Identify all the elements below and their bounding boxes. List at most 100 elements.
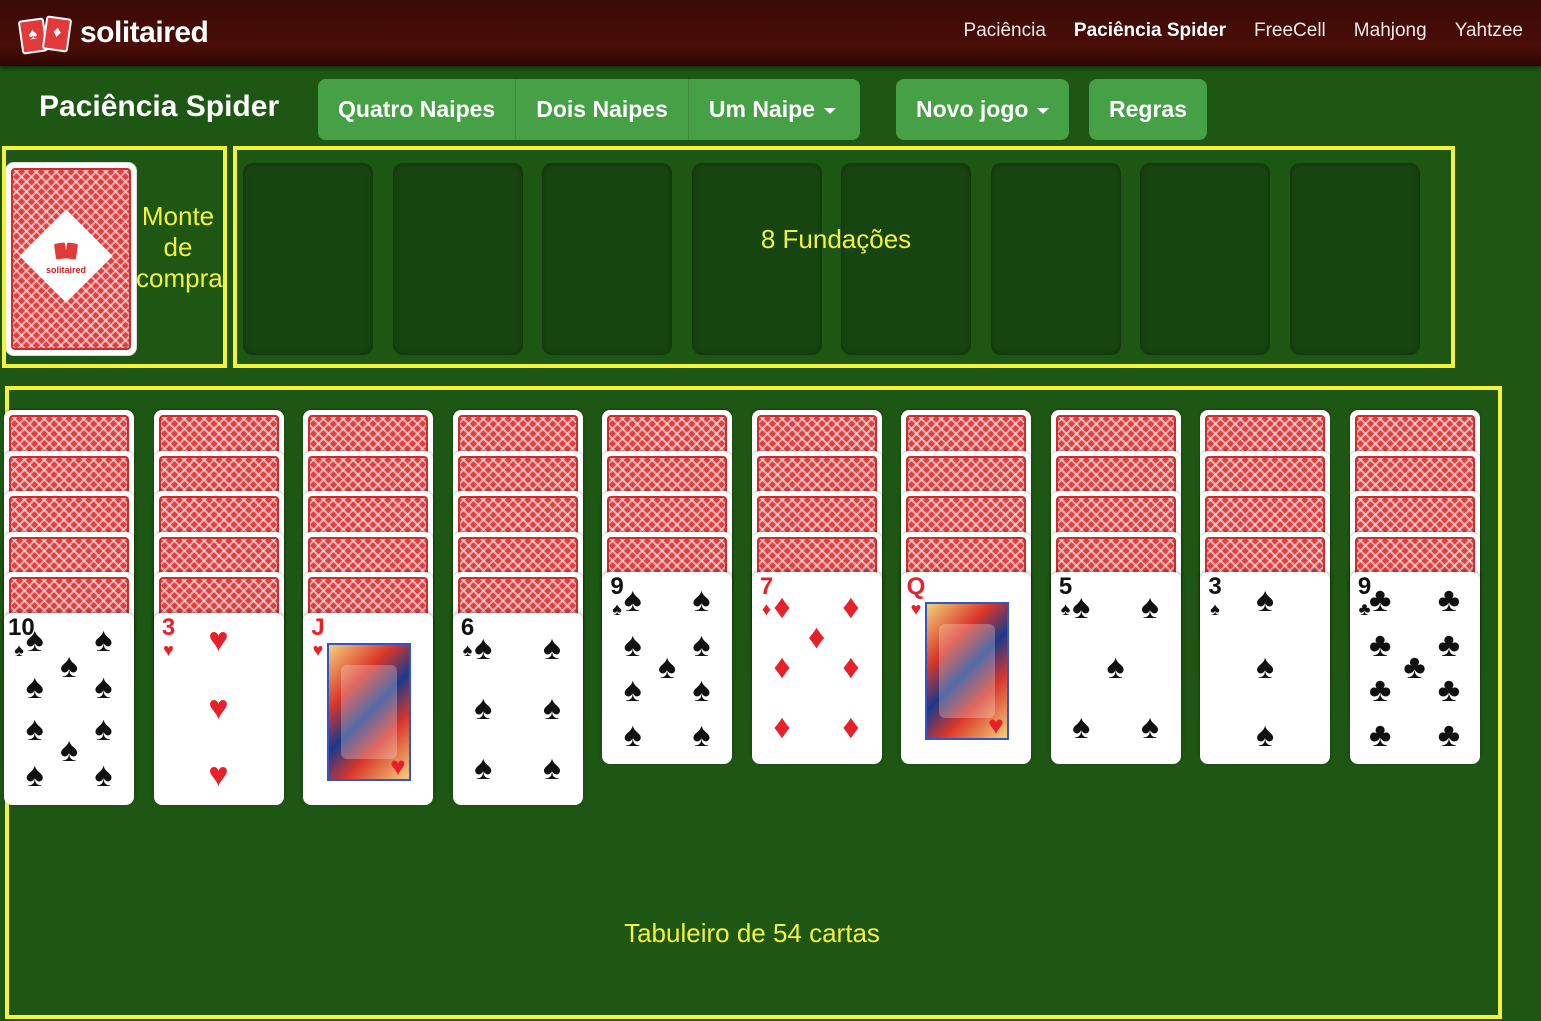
card-rank: 3 <box>161 613 176 641</box>
face-up-card[interactable]: 10 ♠ ♠ ♠ ♠ ♠ ♠ ♠ ♠ ♠ ♠ ♠ <box>4 612 134 805</box>
rules-label: Regras <box>1109 96 1187 122</box>
suit-pip-icon: ♦ <box>842 588 860 626</box>
brand-name: solitaired <box>80 16 209 49</box>
card-pips: ♠ ♠ ♠ ♠ ♠ ♠ ♠ ♠ ♠ ♠ <box>26 623 113 792</box>
deck-logo-icon: solitaired <box>19 209 113 303</box>
cards-logo-icon: ♠ ♦ <box>17 15 74 55</box>
suit-pip-icon: ♠ <box>94 709 113 748</box>
foundation-slot[interactable] <box>841 163 971 355</box>
card-pips: ♠ ♠ ♠ ♠ ♠ ♠ <box>474 631 561 785</box>
suit-pip-icon: ♠ <box>94 621 113 659</box>
foundations-label: 8 Fundações <box>760 224 912 254</box>
face-up-card[interactable]: 3 ♠ ♠ ♠ ♠ <box>1200 572 1330 764</box>
face-up-card[interactable]: 3 ♥ ♥ ♥ ♥ <box>153 612 284 805</box>
four-suits-button[interactable]: Quatro Naipes <box>318 79 517 140</box>
rules-group: Regras <box>1089 79 1207 140</box>
two-suits-button[interactable]: Dois Naipes <box>516 79 689 140</box>
foundation-slot[interactable] <box>1289 163 1420 355</box>
suit-pip-icon: ♠ <box>59 730 79 769</box>
suit-pip-icon: ♠ <box>623 715 642 754</box>
suit-pip-icon: ♠ <box>25 621 44 659</box>
suit-pip-icon: ♣ <box>1368 625 1392 664</box>
suit-pip-icon: ♠ <box>542 688 561 727</box>
foundation-slot[interactable] <box>990 163 1121 355</box>
court-card-portrait-icon: ♥ <box>925 602 1009 740</box>
foundation-slot[interactable] <box>392 163 523 355</box>
face-up-card[interactable]: J ♥ ♥ <box>303 612 433 805</box>
card-pips: ♥ ♥ ♥ <box>176 623 262 792</box>
card-rank: 3 <box>1208 573 1222 600</box>
one-suit-dropdown[interactable]: Um Naipe <box>688 79 860 140</box>
card-suit-icon: ♥ <box>910 599 922 619</box>
face-up-card[interactable]: 5 ♠ ♠ ♠ ♠ ♠ ♠ <box>1050 572 1181 764</box>
suit-pip-icon: ♣ <box>1437 670 1461 709</box>
suit-pip-icon: ♥ <box>208 756 229 794</box>
two-suits-label: Dois Naipes <box>536 96 668 122</box>
suit-pip-icon: ♠ <box>692 670 711 709</box>
draw-pile-label: Monte de compra <box>136 201 223 293</box>
card-pips: ♦ ♦ ♦ ♦ ♦ ♦ ♦ <box>773 590 859 744</box>
suit-pip-icon: ♣ <box>1368 715 1392 754</box>
suit-pip-icon: ♦ <box>842 648 860 686</box>
suit-pip-icon: ♣ <box>1437 580 1461 619</box>
nav-link[interactable]: Paciência Spider <box>1074 20 1226 42</box>
foundation-slot[interactable] <box>691 163 822 355</box>
face-up-card[interactable]: 9 ♣ ♣ ♣ ♣ ♣ ♣ ♣ ♣ ♣ ♣ <box>1349 572 1480 764</box>
suit-pip-icon: ♠ <box>1106 648 1125 686</box>
suit-pip-icon: ♠ <box>692 625 711 664</box>
four-suits-label: Quatro Naipes <box>338 96 496 122</box>
nav-link[interactable]: FreeCell <box>1254 20 1326 42</box>
suit-pip-icon: ♠ <box>657 648 677 686</box>
draw-pile[interactable]: solitaired <box>6 163 136 355</box>
suit-pip-icon: ♠ <box>692 715 711 754</box>
face-up-card[interactable]: Q ♥ ♥ <box>901 572 1031 764</box>
suit-pip-icon: ♠ <box>542 748 561 787</box>
suit-pip-icon: ♠ <box>1140 588 1159 626</box>
suit-pip-icon: ♦ <box>842 708 860 746</box>
nav-link[interactable]: Yahtzee <box>1455 20 1523 42</box>
nav-link[interactable]: Paciência <box>964 20 1046 42</box>
suit-pip-icon: ♠ <box>474 748 493 787</box>
suit-pip-icon: ♣ <box>1437 625 1461 664</box>
card-pips: ♣ ♣ ♣ ♣ ♣ ♣ ♣ ♣ ♣ <box>1369 583 1460 752</box>
deck-logo-text: solitaired <box>45 265 86 275</box>
chevron-down-icon <box>1037 107 1050 114</box>
suit-pip-icon: ♠ <box>1255 580 1275 619</box>
new-game-dropdown[interactable]: Novo jogo <box>896 79 1070 140</box>
suit-pip-icon: ♠ <box>692 580 711 619</box>
suit-pip-icon: ♣ <box>1437 715 1461 754</box>
face-up-card[interactable]: 7 ♦ ♦ ♦ ♦ ♦ ♦ ♦ ♦ <box>751 572 882 764</box>
card-rank: J <box>311 613 325 641</box>
card-suit-icon: ♥ <box>312 639 324 660</box>
card-pips: ♠ ♠ ♠ ♠ ♠ ♠ ♠ ♠ ♠ <box>624 583 711 752</box>
suit-pip-icon: ♠ <box>25 756 44 794</box>
suit-pip-icon: ♠ <box>25 667 44 706</box>
suit-pip-icon: ♠ <box>59 646 79 685</box>
suit-pip-icon: ♠ <box>623 670 642 709</box>
suit-pip-icon: ♦ <box>807 618 826 656</box>
card-rank: Q <box>906 573 926 600</box>
foundation-slot[interactable] <box>542 163 672 355</box>
suit-pip-icon: ♠ <box>542 628 561 667</box>
brand-link[interactable]: ♠ ♦ solitaired <box>17 14 209 55</box>
card-corner-index: Q ♥ <box>905 573 927 620</box>
suit-pip-icon: ♠ <box>1140 708 1159 746</box>
foundation-slot[interactable] <box>243 163 373 355</box>
suit-pip-icon: ♠ <box>474 628 493 667</box>
card-pips: ♠ ♠ ♠ <box>1222 583 1308 752</box>
nav-links: Paciência Paciência Spider FreeCell Mahjong… <box>964 20 1523 42</box>
suit-pip-icon: ♥ <box>988 710 1004 740</box>
top-navbar: ♠ ♦ solitaired Paciência Paciência Spider F… <box>0 0 1541 66</box>
suit-pip-icon: ♠ <box>94 756 113 794</box>
nav-link[interactable]: Mahjong <box>1354 20 1427 42</box>
suit-pip-icon: ♦ <box>773 588 791 626</box>
face-up-card[interactable]: 9 ♠ ♠ ♠ ♠ ♠ ♠ ♠ ♠ ♠ ♠ <box>602 572 732 764</box>
foundation-slot[interactable] <box>1140 163 1270 355</box>
suit-pip-icon: ♥ <box>390 750 406 781</box>
suit-pip-icon: ♣ <box>1368 580 1392 619</box>
suit-pip-icon: ♣ <box>1403 648 1426 686</box>
suit-pip-icon: ♦ <box>773 708 791 746</box>
face-up-card[interactable]: 6 ♠ ♠ ♠ ♠ ♠ ♠ ♠ <box>452 612 583 805</box>
suit-pip-icon: ♠ <box>1255 648 1275 686</box>
rules-button[interactable]: Regras <box>1089 79 1207 140</box>
